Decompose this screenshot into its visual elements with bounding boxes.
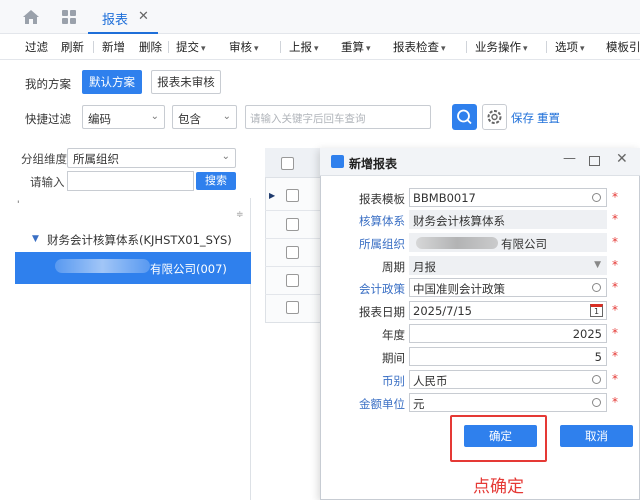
chevron-down-icon: ▼ bbox=[594, 260, 601, 270]
acct-system-field: 财务会计核算体系 bbox=[409, 210, 607, 229]
home-icon[interactable] bbox=[22, 9, 40, 25]
refresh-button[interactable]: 刷新 bbox=[61, 39, 84, 55]
filter-field-select[interactable]: 编码 ⌄ bbox=[82, 105, 165, 129]
minimize-icon[interactable]: — bbox=[563, 151, 576, 166]
group-dimension-label: 分组维度 bbox=[21, 152, 67, 166]
unit-label[interactable]: 金额单位 bbox=[320, 396, 405, 412]
policy-field[interactable]: 中国准则会计政策 bbox=[409, 278, 607, 297]
report-date-label: 报表日期 bbox=[359, 305, 405, 319]
filter-button[interactable]: 过滤 bbox=[25, 39, 48, 55]
tab-report-label: 报表 bbox=[102, 13, 129, 28]
settings-button[interactable] bbox=[482, 104, 507, 130]
row-checkbox[interactable] bbox=[286, 301, 299, 314]
redacted-org-name bbox=[416, 237, 498, 249]
row-checkbox[interactable] bbox=[286, 274, 299, 287]
submit-dropdown[interactable]: 提交 ▾ bbox=[176, 39, 206, 55]
report-check-dropdown[interactable]: 报表检查 ▾ bbox=[393, 39, 446, 55]
report-up-dropdown[interactable]: 上报 ▾ bbox=[289, 39, 319, 55]
review-dropdown[interactable]: 审核 ▾ bbox=[229, 39, 259, 55]
period-label: 期间 bbox=[382, 351, 405, 365]
redacted-org-name bbox=[55, 259, 150, 273]
chevron-down-icon: ▾ bbox=[441, 44, 446, 54]
current-row-icon: ▶ bbox=[269, 191, 276, 200]
template-label: 报表模板 bbox=[359, 192, 405, 206]
recalc-dropdown[interactable]: 重算 ▾ bbox=[341, 39, 371, 55]
search-icon[interactable] bbox=[592, 375, 601, 384]
tree-root-node[interactable]: 财务会计核算体系(KJHSTX01_SYS) bbox=[47, 232, 232, 248]
year-label: 年度 bbox=[382, 328, 405, 342]
currency-label[interactable]: 币别 bbox=[320, 373, 405, 389]
add-button[interactable]: 新增 bbox=[102, 39, 125, 55]
instruction-annotation: 点确定 bbox=[473, 477, 524, 497]
period-type-label: 周期 bbox=[382, 260, 405, 274]
delete-button[interactable]: 删除 bbox=[139, 39, 162, 55]
unreviewed-scheme-button[interactable]: 报表未审核 bbox=[151, 70, 221, 94]
row-checkbox[interactable] bbox=[286, 189, 299, 202]
close-icon[interactable]: ✕ bbox=[616, 151, 628, 167]
chevron-down-icon: ⌄ bbox=[221, 151, 230, 162]
search-input[interactable]: 请输入关键字后回车查询 bbox=[245, 105, 431, 129]
tree-input-label: 请输入 bbox=[30, 175, 65, 189]
default-scheme-button[interactable]: 默认方案 bbox=[82, 70, 142, 94]
acct-system-label[interactable]: 核算体系 bbox=[320, 213, 405, 229]
template-field[interactable]: BBMB0017 bbox=[409, 188, 607, 207]
my-scheme-label: 我的方案 bbox=[25, 77, 71, 91]
period-field[interactable]: 5 bbox=[409, 347, 607, 366]
tree-search-button[interactable]: 搜索 bbox=[196, 172, 236, 190]
dialog-title: 新增报表 bbox=[349, 157, 398, 171]
search-icon[interactable] bbox=[592, 398, 601, 407]
filter-operator-select[interactable]: 包含 ⌄ bbox=[172, 105, 237, 129]
template-button[interactable]: 模板引 bbox=[606, 39, 640, 55]
group-dimension-select[interactable]: 所属组织 ⌄ bbox=[67, 148, 236, 168]
row-checkbox[interactable] bbox=[286, 246, 299, 259]
chevron-down-icon: ▾ bbox=[366, 44, 371, 54]
select-all-checkbox[interactable] bbox=[281, 157, 294, 170]
policy-label[interactable]: 会计政策 bbox=[320, 281, 405, 297]
tree-collapse-mark: ' bbox=[17, 200, 20, 210]
report-date-field[interactable]: 2025/7/15 1 bbox=[409, 301, 607, 320]
tree-expand-icon[interactable]: ≑ bbox=[236, 210, 244, 220]
cancel-button[interactable]: 取消 bbox=[560, 425, 633, 447]
chevron-down-icon: ▾ bbox=[314, 44, 319, 54]
reset-link[interactable]: 重置 bbox=[537, 110, 560, 126]
tab-report[interactable]: 报表 ✕ bbox=[88, 0, 158, 34]
chevron-down-icon: ⌄ bbox=[222, 111, 231, 122]
search-icon[interactable] bbox=[592, 283, 601, 292]
tree-selected-label: 有限公司(007) bbox=[150, 262, 227, 276]
maximize-icon[interactable] bbox=[589, 156, 600, 166]
year-field[interactable]: 2025 bbox=[409, 324, 607, 343]
chevron-down-icon: ▾ bbox=[201, 44, 206, 54]
app-grid-icon[interactable] bbox=[61, 9, 77, 25]
search-icon[interactable] bbox=[592, 193, 601, 202]
save-link[interactable]: 保存 bbox=[511, 110, 534, 126]
currency-field[interactable]: 人民币 bbox=[409, 370, 607, 389]
chevron-down-icon: ▾ bbox=[254, 44, 259, 54]
caret-down-icon[interactable]: ▼ bbox=[32, 234, 39, 244]
period-type-select[interactable]: 月报 ▼ bbox=[409, 256, 607, 275]
row-checkbox[interactable] bbox=[286, 218, 299, 231]
tree-search-input[interactable] bbox=[67, 171, 194, 191]
confirm-highlight-box bbox=[450, 415, 547, 462]
unit-field[interactable]: 元 bbox=[409, 393, 607, 412]
business-ops-dropdown[interactable]: 业务操作 ▾ bbox=[475, 39, 528, 55]
grid-header bbox=[265, 148, 325, 178]
chevron-down-icon: ⌄ bbox=[150, 111, 159, 122]
toolbar: 过滤 刷新 新增 删除 提交 ▾ 审核 ▾ 上报 ▾ 重算 ▾ 报表检查 ▾ 业务操作 ▾ … bbox=[0, 34, 640, 60]
calendar-icon[interactable]: 1 bbox=[590, 304, 603, 317]
gear-icon bbox=[487, 110, 502, 124]
chevron-down-icon: ▾ bbox=[523, 44, 528, 54]
report-icon bbox=[331, 155, 344, 168]
quick-filter-label: 快捷过滤 bbox=[25, 112, 71, 126]
chevron-down-icon: ▾ bbox=[580, 44, 585, 54]
search-icon bbox=[457, 109, 472, 125]
options-dropdown[interactable]: 选项 ▾ bbox=[555, 39, 585, 55]
org-label[interactable]: 所属组织 bbox=[320, 236, 405, 252]
search-button[interactable] bbox=[452, 104, 477, 130]
close-icon[interactable]: ✕ bbox=[138, 9, 149, 24]
